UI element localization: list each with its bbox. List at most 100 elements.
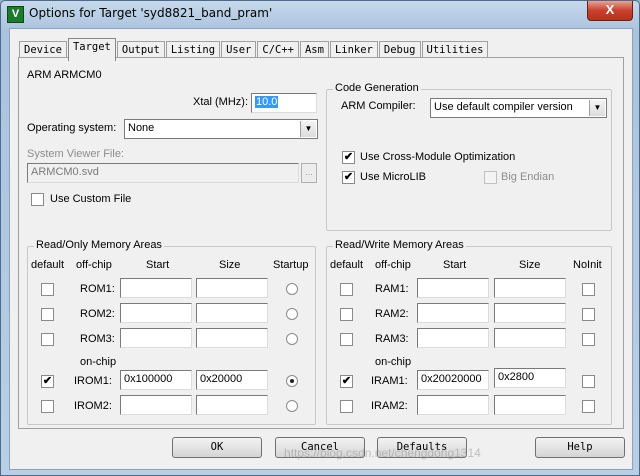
ram3-start-field[interactable]: [417, 328, 489, 348]
compiler-select[interactable]: Use default compiler version ▼: [430, 98, 607, 118]
irom2-default-checkbox[interactable]: [41, 400, 54, 413]
chevron-down-icon: ▼: [589, 100, 605, 116]
iram2-start-field[interactable]: [417, 395, 489, 415]
svd-field[interactable]: ARMCM0.svd: [27, 163, 299, 183]
rom2-start-field[interactable]: [120, 303, 192, 323]
microlib-checkbox[interactable]: ✔: [342, 171, 355, 184]
irom2-size-field[interactable]: [196, 395, 268, 415]
ram1-size-field[interactable]: [494, 278, 566, 298]
ok-button[interactable]: OK: [172, 437, 262, 458]
title-bar[interactable]: V Options for Target 'syd8821_band_pram'…: [1, 1, 639, 27]
iram2-label: IRAM2:: [371, 400, 408, 412]
ram2-noinit-checkbox[interactable]: [582, 308, 595, 321]
iram2-row: IRAM2:: [327, 394, 611, 416]
code-generation-title: Code Generation: [333, 82, 421, 94]
compiler-label: ARM Compiler:: [341, 100, 416, 112]
xtal-value: 10.0: [255, 96, 279, 108]
rom3-size-field[interactable]: [196, 328, 268, 348]
os-select[interactable]: None ▼: [124, 119, 318, 139]
irom2-start-field[interactable]: [120, 395, 192, 415]
irom2-row: IROM2:: [28, 394, 315, 416]
rom3-startup-radio[interactable]: [286, 333, 298, 345]
iram1-start-field[interactable]: 0x20020000: [417, 370, 489, 390]
iram1-label: IRAM1:: [371, 375, 408, 387]
irom1-row: ✔ IROM1: 0x100000 0x20000: [28, 369, 315, 391]
window-title: Options for Target 'syd8821_band_pram': [29, 6, 273, 20]
rom3-label: ROM3:: [80, 333, 115, 345]
ram3-row: RAM3:: [327, 327, 611, 349]
cross-module-label: Use Cross-Module Optimization: [360, 151, 516, 163]
ro-header-size: Size: [219, 259, 241, 271]
ram2-start-field[interactable]: [417, 303, 489, 323]
dialog-client: Device Target Output Listing User C/C++ …: [9, 28, 633, 470]
big-endian-label: Big Endian: [501, 171, 555, 183]
rw-memory-title: Read/Write Memory Areas: [333, 239, 466, 251]
irom1-size-field[interactable]: 0x20000: [196, 370, 268, 390]
rom3-row: ROM3:: [28, 327, 315, 349]
irom1-label: IROM1:: [74, 375, 112, 387]
rom2-size-field[interactable]: [196, 303, 268, 323]
irom2-startup-radio[interactable]: [286, 400, 298, 412]
rom2-startup-radio[interactable]: [286, 308, 298, 320]
irom2-label: IROM2:: [74, 400, 112, 412]
help-button[interactable]: Help: [535, 437, 625, 458]
irom1-startup-radio[interactable]: [286, 375, 298, 387]
svd-label: System Viewer File:: [27, 148, 124, 160]
iram2-default-checkbox[interactable]: [340, 400, 353, 413]
ram1-start-field[interactable]: [417, 278, 489, 298]
cross-module-checkbox[interactable]: ✔: [342, 151, 355, 164]
big-endian-checkbox[interactable]: [484, 171, 497, 184]
target-tab-panel: ARM ARMCM0 Xtal (MHz): 10.0 Operating sy…: [18, 57, 624, 429]
rom1-size-field[interactable]: [196, 278, 268, 298]
use-custom-file-label: Use Custom File: [50, 193, 132, 205]
rom1-label: ROM1:: [80, 283, 115, 295]
ro-header-startup: Startup: [273, 259, 309, 271]
rw-onchip-label: on-chip: [375, 356, 412, 368]
rom3-start-field[interactable]: [120, 328, 192, 348]
rom2-default-checkbox[interactable]: [41, 308, 54, 321]
iram1-size-field[interactable]: 0x2800: [494, 368, 566, 388]
rom1-start-field[interactable]: [120, 278, 192, 298]
rom2-label: ROM2:: [80, 308, 115, 320]
close-button[interactable]: X: [587, 1, 633, 21]
rw-header-offchip: off-chip: [375, 259, 411, 271]
ram2-label: RAM2:: [375, 308, 409, 320]
rom1-row: ROM1:: [28, 277, 315, 299]
ro-memory-group: Read/Only Memory Areas default off-chip …: [27, 239, 316, 425]
iram1-default-checkbox[interactable]: ✔: [340, 375, 353, 388]
ram3-noinit-checkbox[interactable]: [582, 333, 595, 346]
rom1-startup-radio[interactable]: [286, 283, 298, 295]
ro-onchip-label: on-chip: [80, 356, 117, 368]
ro-header-offchip: off-chip: [76, 259, 112, 271]
irom1-default-checkbox[interactable]: ✔: [41, 375, 54, 388]
tab-target[interactable]: Target: [67, 38, 116, 61]
iram2-noinit-checkbox[interactable]: [582, 400, 595, 413]
rom1-default-checkbox[interactable]: [41, 283, 54, 296]
ram1-default-checkbox[interactable]: [340, 283, 353, 296]
os-label: Operating system:: [27, 122, 117, 134]
xtal-label: Xtal (MHz):: [193, 96, 248, 108]
iram1-noinit-checkbox[interactable]: [582, 375, 595, 388]
rw-header-noinit: NoInit: [573, 259, 602, 271]
svd-browse-button[interactable]: ...: [301, 163, 317, 183]
ram2-size-field[interactable]: [494, 303, 566, 323]
iram1-row: ✔ IRAM1: 0x20020000 0x2800: [327, 368, 611, 391]
ram1-noinit-checkbox[interactable]: [582, 283, 595, 296]
ro-header-default: default: [31, 259, 65, 271]
iram2-size-field[interactable]: [494, 395, 566, 415]
ram3-label: RAM3:: [375, 333, 409, 345]
rom3-default-checkbox[interactable]: [41, 333, 54, 346]
xtal-field[interactable]: 10.0: [251, 93, 317, 113]
code-generation-group: Code Generation ARM Compiler: Use defaul…: [326, 82, 612, 231]
ram2-row: RAM2:: [327, 302, 611, 324]
irom1-start-field[interactable]: 0x100000: [120, 370, 192, 390]
rw-header-default: default: [330, 259, 364, 271]
ram2-default-checkbox[interactable]: [340, 308, 353, 321]
ram3-size-field[interactable]: [494, 328, 566, 348]
tab-strip: Device Target Output Listing User C/C++ …: [19, 38, 489, 61]
ram1-label: RAM1:: [375, 283, 409, 295]
use-custom-file-checkbox[interactable]: [31, 193, 44, 206]
ro-memory-title: Read/Only Memory Areas: [34, 239, 164, 251]
ram3-default-checkbox[interactable]: [340, 333, 353, 346]
rw-header-size: Size: [519, 259, 541, 271]
